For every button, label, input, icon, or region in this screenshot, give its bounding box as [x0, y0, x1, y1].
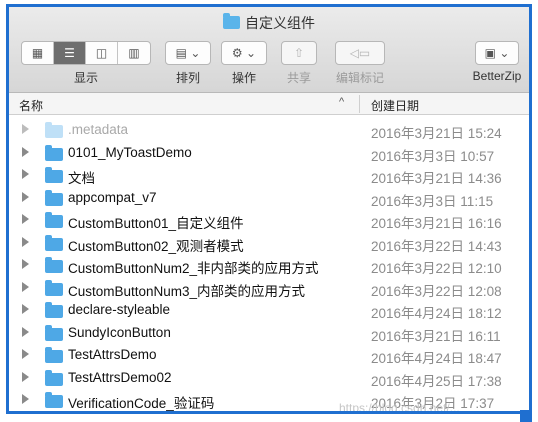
list-item[interactable]: declare-styleable 2016年4月24日 18:12	[9, 299, 529, 322]
column-divider[interactable]	[359, 95, 360, 113]
file-name: CustomButtonNum3_内部类的应用方式	[68, 283, 306, 299]
list-item[interactable]: appcompat_v7 2016年3月3日 11:15	[9, 187, 529, 210]
file-date: 2016年3月22日 12:08	[371, 283, 502, 299]
grid-arrange-icon: ▤	[175, 46, 187, 60]
file-name: 0101_MyToastDemo	[68, 144, 192, 160]
disclosure-triangle-icon[interactable]	[22, 259, 29, 269]
chevron-down-icon: ⌄	[246, 46, 257, 60]
column-header: 名称 ^ 创建日期	[9, 93, 529, 115]
file-list: .metadata 2016年3月21日 15:24 0101_MyToastDem…	[9, 119, 529, 411]
file-date: 2016年4月25日 17:38	[371, 373, 502, 389]
file-name: 文档	[68, 171, 95, 186]
sort-ascending-icon[interactable]: ^	[339, 96, 344, 108]
icon-view-icon[interactable]: ▦	[22, 42, 54, 64]
list-item[interactable]: CustomButton01_自定义组件 2016年3月21日 16:16	[9, 209, 529, 232]
arrange-label: 排列	[175, 71, 200, 85]
betterzip-button[interactable]: ▣ ⌄	[475, 41, 519, 65]
list-view-icon[interactable]: ☰	[54, 42, 86, 64]
column-name-header[interactable]: 名称	[19, 97, 43, 114]
file-date: 2016年3月21日 16:11	[371, 328, 501, 344]
file-name: TestAttrsDemo	[68, 347, 157, 362]
disclosure-triangle-icon[interactable]	[22, 349, 29, 359]
file-date: 2016年3月22日 12:10	[371, 261, 502, 276]
file-name: VerificationCode_验证码	[68, 396, 215, 411]
disclosure-triangle-icon[interactable]	[22, 371, 29, 382]
betterzip-label: BetterZip	[472, 69, 522, 83]
list-item[interactable]: 文档 2016年3月21日 14:36	[9, 164, 529, 187]
file-name: TestAttrsDemo02	[68, 369, 172, 385]
window-title: 自定义组件	[9, 13, 529, 33]
disclosure-triangle-icon[interactable]	[22, 169, 29, 179]
folder-icon	[45, 122, 63, 138]
disclosure-triangle-icon[interactable]	[22, 394, 29, 404]
disclosure-triangle-icon[interactable]	[22, 214, 29, 224]
gear-icon: ⚙	[231, 46, 243, 60]
view-mode-control: ▦ ☰ ◫ ▥	[21, 41, 151, 65]
share-label: 共享	[286, 71, 311, 85]
file-date: 2016年3月3日 11:15	[371, 193, 494, 209]
share-button[interactable]: ⇧	[281, 41, 317, 65]
folder-icon	[45, 324, 63, 341]
finder-window: 自定义组件 ▦ ☰ ◫ ▥ 显示 ▤ ⌄ 排列 ⚙ ⌄ 操作 ⇧ 共享 ◁▭ 编…	[6, 4, 532, 414]
edit-tags-button[interactable]: ◁▭	[335, 41, 385, 65]
disclosure-triangle-icon[interactable]	[22, 236, 29, 247]
file-date: 2016年3月3日 10:57	[371, 148, 495, 164]
list-item[interactable]: TestAttrsDemo 2016年4月24日 18:47	[9, 344, 529, 367]
file-name: CustomButtonNum2_非内部类的应用方式	[68, 261, 319, 276]
action-button[interactable]: ⚙ ⌄	[221, 41, 267, 65]
disclosure-triangle-icon[interactable]	[22, 304, 29, 314]
file-date: 2016年3月21日 15:24	[371, 126, 502, 141]
list-item[interactable]: TestAttrsDemo02 2016年4月25日 17:38	[9, 367, 529, 390]
file-name: .metadata	[68, 122, 129, 137]
share-icon: ⇧	[293, 46, 305, 60]
list-item[interactable]: .metadata 2016年3月21日 15:24	[9, 119, 529, 142]
action-label: 操作	[231, 71, 256, 85]
folder-icon	[45, 279, 63, 296]
folder-icon	[45, 302, 63, 318]
view-label: 显示	[73, 71, 98, 85]
list-item[interactable]: CustomButtonNum2_非内部类的应用方式 2016年3月22日 12:…	[9, 254, 529, 277]
list-item[interactable]: CustomButton02_观测者模式 2016年3月22日 14:43	[9, 232, 529, 255]
disclosure-triangle-icon[interactable]	[22, 191, 29, 202]
folder-icon	[45, 392, 63, 408]
folder-icon	[45, 234, 63, 251]
folder-icon	[45, 212, 63, 228]
disclosure-triangle-icon[interactable]	[22, 146, 29, 157]
chevron-down-icon: ⌄	[190, 46, 201, 60]
file-date: 2016年4月24日 18:47	[371, 351, 502, 366]
list-item[interactable]: 0101_MyToastDemo 2016年3月3日 10:57	[9, 142, 529, 165]
folder-icon	[45, 189, 63, 206]
folder-icon	[45, 167, 63, 183]
disclosure-triangle-icon[interactable]	[22, 124, 29, 134]
cover-flow-icon[interactable]: ▥	[118, 42, 150, 64]
disclosure-triangle-icon[interactable]	[22, 281, 29, 292]
folder-icon	[223, 13, 240, 29]
file-date: 2016年3月21日 14:36	[371, 171, 502, 186]
file-date: 2016年3月22日 14:43	[371, 238, 502, 254]
disclosure-triangle-icon[interactable]	[22, 326, 29, 337]
tag-icon: ◁▭	[349, 46, 371, 60]
folder-icon	[45, 257, 63, 273]
column-view-icon[interactable]: ◫	[86, 42, 118, 64]
chevron-down-icon: ⌄	[499, 46, 510, 60]
archive-icon: ▣	[484, 46, 496, 60]
corner-mark	[520, 410, 532, 422]
file-name: CustomButton02_观测者模式	[68, 238, 244, 254]
folder-icon	[45, 369, 63, 386]
toolbar: 自定义组件 ▦ ☰ ◫ ▥ 显示 ▤ ⌄ 排列 ⚙ ⌄ 操作 ⇧ 共享 ◁▭ 编…	[9, 7, 529, 93]
folder-icon	[45, 347, 63, 363]
file-name: appcompat_v7	[68, 189, 157, 205]
list-item[interactable]: SundyIconButton 2016年3月21日 16:11	[9, 322, 529, 345]
file-name: declare-styleable	[68, 302, 171, 317]
file-name: CustomButton01_自定义组件	[68, 216, 244, 231]
list-item[interactable]: CustomButtonNum3_内部类的应用方式 2016年3月22日 12:0…	[9, 277, 529, 300]
file-name: SundyIconButton	[68, 324, 171, 340]
arrange-button[interactable]: ▤ ⌄	[165, 41, 211, 65]
folder-icon	[45, 144, 63, 161]
edit-tags-label: 编辑标记	[335, 71, 384, 85]
file-date: 2016年4月24日 18:12	[371, 306, 502, 321]
column-date-header[interactable]: 创建日期	[371, 97, 419, 114]
watermark: https://blog.csdn.net/...	[339, 401, 460, 414]
file-date: 2016年3月21日 16:16	[371, 216, 502, 231]
